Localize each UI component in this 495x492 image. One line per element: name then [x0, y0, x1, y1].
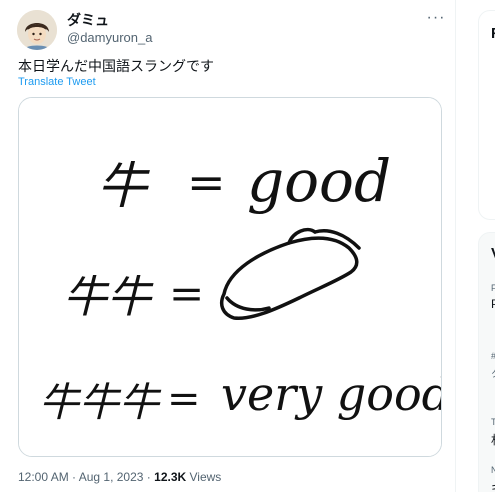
sidebar-card-trends: V F P # ク T 村 N キ: [478, 232, 495, 492]
more-icon: ···: [426, 9, 446, 26]
line3-right-text: very good: [221, 367, 442, 421]
tweet-article: ダミュ @damyuron_a ··· 本日学んだ中国語スラングです Trans…: [0, 0, 456, 492]
line1-equals: =: [187, 155, 226, 209]
meta-separator: ·: [72, 470, 77, 484]
trend-row-2[interactable]: P: [491, 297, 495, 311]
line2-equals: =: [169, 269, 204, 318]
line1-left-text: 牛: [97, 157, 150, 215]
more-options-button[interactable]: ···: [426, 8, 446, 28]
right-sidebar: F V F P # ク T 村 N キ: [478, 0, 495, 492]
card2-glyph: V: [491, 245, 495, 262]
trend-row-4[interactable]: ク: [491, 367, 495, 380]
trend-row-1[interactable]: F: [491, 283, 495, 293]
translate-tweet-link[interactable]: Translate Tweet: [18, 76, 96, 88]
card1-glyph: F: [491, 25, 495, 42]
user-name[interactable]: ダミュ: [67, 10, 109, 30]
trend-row-5[interactable]: T: [491, 417, 495, 427]
user-handle[interactable]: @damyuron_a: [67, 30, 152, 45]
line3-left-text: 牛牛牛: [39, 380, 162, 426]
tweet-date[interactable]: Aug 1, 2023: [79, 470, 144, 484]
tweet-time[interactable]: 12:00 AM: [18, 470, 69, 484]
avatar[interactable]: [17, 10, 57, 50]
tweet-text: 本日学んだ中国語スラングです: [18, 58, 214, 74]
tweet-meta: 12:00 AM · Aug 1, 2023 · 12.3K Views: [18, 470, 221, 484]
tweet-image[interactable]: 牛 = good 牛牛 = 牛牛牛 = very good: [18, 97, 442, 457]
handwritten-slang-image: 牛 = good 牛牛 = 牛牛牛 = very good: [19, 98, 442, 456]
meta-separator-2: ·: [146, 470, 151, 484]
line2-left-text: 牛牛: [63, 272, 154, 323]
trend-row-8[interactable]: キ: [491, 479, 495, 492]
views-count: 12.3K: [154, 470, 187, 484]
trend-row-6[interactable]: 村: [491, 431, 495, 448]
views-label: Views: [189, 470, 222, 484]
line3-equals: =: [167, 376, 201, 422]
line1-right-text: good: [247, 147, 391, 215]
avatar-illustration: [17, 10, 57, 50]
trend-row-7[interactable]: N: [491, 465, 495, 475]
sidebar-card-top: F: [478, 10, 495, 220]
trend-row-3[interactable]: #: [491, 351, 495, 361]
